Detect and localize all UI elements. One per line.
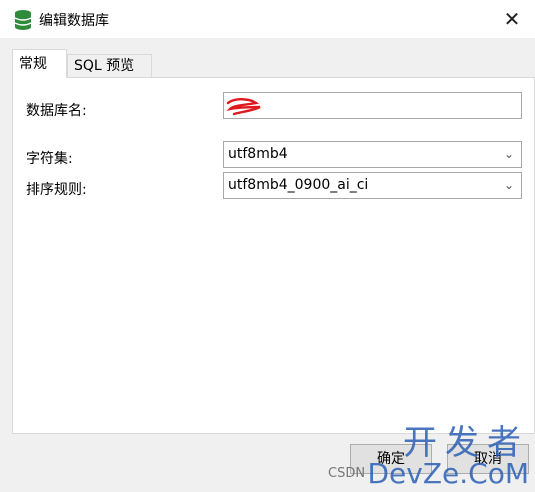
collation-value: utf8mb4_0900_ai_ci	[228, 177, 369, 193]
close-icon: ✕	[503, 7, 521, 31]
title-bar[interactable]: 编辑数据库 ✕	[0, 0, 535, 38]
chevron-down-icon: ⌄	[503, 147, 514, 161]
dialog-footer: 确定 取消	[0, 434, 535, 492]
collation-select[interactable]: utf8mb4_0900_ai_ci ⌄	[223, 172, 522, 199]
db-name-label: 数据库名:	[26, 103, 87, 119]
cancel-button[interactable]: 取消	[447, 444, 529, 474]
charset-label: 字符集:	[26, 151, 73, 167]
tab-sql-preview[interactable]: SQL 预览	[67, 54, 152, 78]
window-title: 编辑数据库	[39, 13, 109, 29]
database-icon	[14, 10, 32, 30]
charset-select[interactable]: utf8mb4 ⌄	[223, 141, 522, 168]
csdn-watermark: CSDN	[328, 466, 366, 481]
close-button[interactable]: ✕	[489, 0, 535, 38]
dialog-window: 编辑数据库 ✕ 常规 SQL 预览 数据库名: 字符集: utf8mb4 ⌄ 排…	[0, 0, 535, 492]
tab-general[interactable]: 常规	[12, 49, 67, 78]
collation-label: 排序规则:	[26, 182, 87, 198]
chevron-down-icon: ⌄	[503, 178, 514, 192]
redaction-scribble	[226, 98, 261, 116]
general-panel: 数据库名: 字符集: utf8mb4 ⌄ 排序规则: utf8mb4_0900_…	[12, 77, 535, 434]
db-name-input[interactable]	[223, 92, 522, 119]
charset-value: utf8mb4	[228, 146, 288, 162]
